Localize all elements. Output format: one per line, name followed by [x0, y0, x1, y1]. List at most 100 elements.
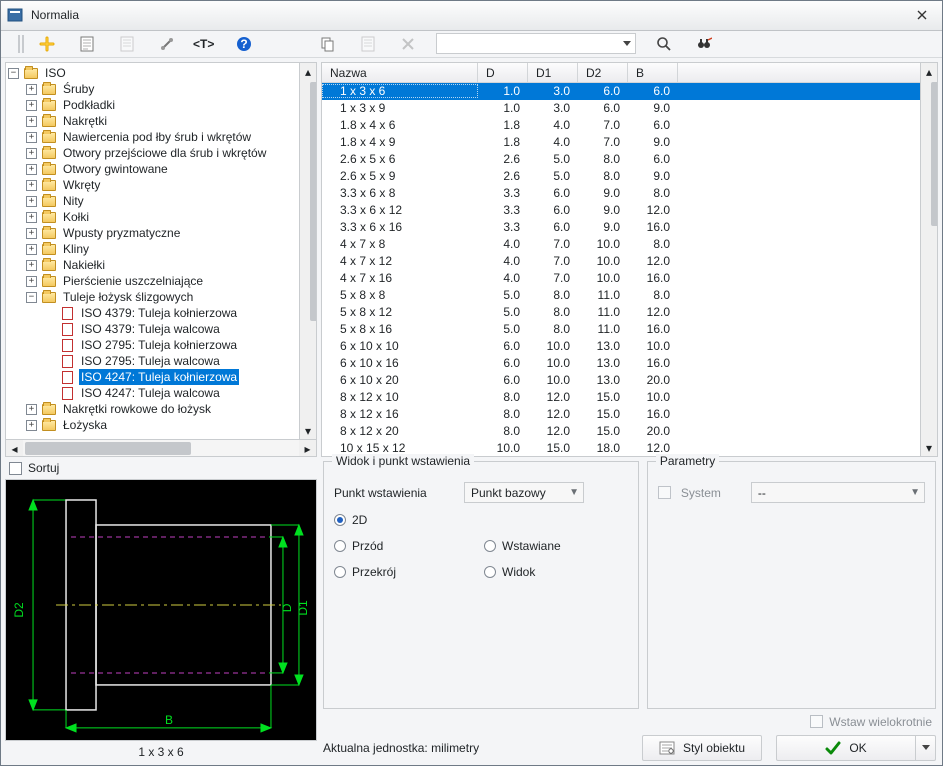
system-checkbox[interactable]	[658, 486, 671, 499]
ok-button[interactable]: OK	[776, 735, 916, 761]
ok-split-button[interactable]	[916, 735, 936, 761]
table-row[interactable]: 1 x 3 x 61.03.06.06.0	[322, 83, 920, 100]
table-row[interactable]: 2.6 x 5 x 92.65.08.09.0	[322, 168, 920, 185]
table-row[interactable]: 8 x 12 x 168.012.015.016.0	[322, 406, 920, 423]
scroll-up-icon[interactable]: ▴	[921, 63, 938, 80]
tree-node-root[interactable]: − ISO	[8, 65, 297, 81]
column-header-b[interactable]: B	[628, 63, 678, 82]
tree-node[interactable]: +Nity	[8, 193, 297, 209]
table-row[interactable]: 6 x 10 x 106.010.013.010.0	[322, 338, 920, 355]
page2-button[interactable]	[115, 32, 139, 56]
table-row[interactable]: 1.8 x 4 x 91.84.07.09.0	[322, 134, 920, 151]
tree-node[interactable]: +Nawiercenia pod łby śrub i wkrętów	[8, 129, 297, 145]
radio-inserted[interactable]: Wstawiane	[484, 539, 614, 553]
expand-icon[interactable]: +	[26, 180, 37, 191]
expand-icon[interactable]: +	[26, 196, 37, 207]
tree-node[interactable]: +Otwory gwintowane	[8, 161, 297, 177]
table-row[interactable]: 6 x 10 x 166.010.013.016.0	[322, 355, 920, 372]
tree-node[interactable]: +Otwory przejściowe dla śrub i wkrętów	[8, 145, 297, 161]
table-body[interactable]: 1 x 3 x 61.03.06.06.01 x 3 x 91.03.06.09…	[322, 83, 920, 456]
table-row[interactable]: 4 x 7 x 84.07.010.08.0	[322, 236, 920, 253]
tree-node[interactable]: +Łożyska	[8, 417, 297, 433]
tree-node[interactable]: ISO 2795: Tuleja walcowa	[8, 353, 297, 369]
tree-node[interactable]: +Pierścienie uszczelniające	[8, 273, 297, 289]
expand-icon[interactable]: +	[26, 148, 37, 159]
system-dropdown[interactable]: -- ▼	[751, 482, 925, 503]
tools-button[interactable]	[155, 32, 179, 56]
tree-node[interactable]: ISO 4379: Tuleja walcowa	[8, 321, 297, 337]
sort-checkbox[interactable]	[9, 462, 22, 475]
column-header-d[interactable]: D	[478, 63, 528, 82]
search-dropdown[interactable]	[620, 41, 633, 46]
table-row[interactable]: 1 x 3 x 91.03.06.09.0	[322, 100, 920, 117]
table-row[interactable]: 3.3 x 6 x 83.36.09.08.0	[322, 185, 920, 202]
expand-icon[interactable]: +	[26, 244, 37, 255]
tree-node[interactable]: +Śruby	[8, 81, 297, 97]
tree-node[interactable]: +Nakrętki rowkowe do łożysk	[8, 401, 297, 417]
preview-canvas[interactable]: D2	[5, 479, 317, 741]
page3-button[interactable]	[356, 32, 380, 56]
table-row[interactable]: 4 x 7 x 164.07.010.016.0	[322, 270, 920, 287]
expand-icon[interactable]: +	[26, 116, 37, 127]
search-input[interactable]	[436, 33, 636, 54]
tree-node[interactable]: +Wpusty pryzmatyczne	[8, 225, 297, 241]
new-button[interactable]	[35, 32, 59, 56]
column-header-d1[interactable]: D1	[528, 63, 578, 82]
object-style-button[interactable]: Styl obiektu	[642, 735, 762, 761]
tree-node[interactable]: ISO 4379: Tuleja kołnierzowa	[8, 305, 297, 321]
tree-node[interactable]: ISO 4247: Tuleja kołnierzowa	[8, 369, 297, 385]
help-button[interactable]: ?	[232, 32, 256, 56]
insert-many-checkbox[interactable]	[810, 715, 823, 728]
table-row[interactable]: 8 x 12 x 108.012.015.010.0	[322, 389, 920, 406]
scroll-up-icon[interactable]: ▴	[300, 63, 317, 80]
radio-front[interactable]: Przód	[334, 539, 464, 553]
scroll-right-icon[interactable]: ▸	[299, 440, 316, 457]
texttag-button[interactable]: <T>	[191, 32, 216, 56]
search-field[interactable]	[439, 36, 620, 52]
tree-node[interactable]: +Wkręty	[8, 177, 297, 193]
table-header[interactable]: Nazwa D D1 D2 B	[322, 63, 920, 83]
table-row[interactable]: 5 x 8 x 85.08.011.08.0	[322, 287, 920, 304]
tree-vscroll[interactable]: ▴ ▾	[299, 63, 316, 439]
table-row[interactable]: 3.3 x 6 x 163.36.09.016.0	[322, 219, 920, 236]
scroll-down-icon[interactable]: ▾	[921, 439, 938, 456]
expand-icon[interactable]: +	[26, 84, 37, 95]
copy-button[interactable]	[316, 32, 340, 56]
expand-icon[interactable]: +	[26, 132, 37, 143]
expand-icon[interactable]: +	[26, 260, 37, 271]
tree-node[interactable]: +Kołki	[8, 209, 297, 225]
collapse-icon[interactable]: −	[8, 68, 19, 79]
page-button[interactable]	[75, 32, 99, 56]
scroll-down-icon[interactable]: ▾	[300, 422, 317, 439]
expand-icon[interactable]: +	[26, 420, 37, 431]
tree[interactable]: − ISO +Śruby+Podkładki+Nakrętki+Nawierce…	[6, 63, 299, 439]
tree-node[interactable]: +Kliny	[8, 241, 297, 257]
expand-icon[interactable]: +	[26, 276, 37, 287]
radio-section[interactable]: Przekrój	[334, 565, 464, 579]
table-row[interactable]: 4 x 7 x 124.07.010.012.0	[322, 253, 920, 270]
expand-icon[interactable]: +	[26, 212, 37, 223]
expand-icon[interactable]: +	[26, 228, 37, 239]
scroll-left-icon[interactable]: ◂	[6, 440, 23, 457]
search-button[interactable]	[652, 32, 676, 56]
tree-hscroll[interactable]: ◂ ▸	[6, 439, 316, 456]
table-row[interactable]: 3.3 x 6 x 123.36.09.012.0	[322, 202, 920, 219]
table-row[interactable]: 6 x 10 x 206.010.013.020.0	[322, 372, 920, 389]
collapse-icon[interactable]: −	[26, 292, 37, 303]
table-row[interactable]: 5 x 8 x 125.08.011.012.0	[322, 304, 920, 321]
close-button[interactable]	[908, 5, 936, 25]
table-row[interactable]: 5 x 8 x 165.08.011.016.0	[322, 321, 920, 338]
table-row[interactable]: 8 x 12 x 208.012.015.020.0	[322, 423, 920, 440]
table-row[interactable]: 2.6 x 5 x 62.65.08.06.0	[322, 151, 920, 168]
tree-node[interactable]: −Tuleje łożysk ślizgowych	[8, 289, 297, 305]
delete-button[interactable]	[396, 32, 420, 56]
find-next-button[interactable]	[692, 32, 716, 56]
tree-node[interactable]: +Nakrętki	[8, 113, 297, 129]
radio-view[interactable]: Widok	[484, 565, 614, 579]
radio-2d[interactable]: 2D	[334, 513, 464, 527]
insertion-point-dropdown[interactable]: Punkt bazowy ▼	[464, 482, 584, 503]
tree-node[interactable]: +Nakiełki	[8, 257, 297, 273]
tree-node[interactable]: ISO 2795: Tuleja kołnierzowa	[8, 337, 297, 353]
expand-icon[interactable]: +	[26, 100, 37, 111]
tree-node[interactable]: ISO 4247: Tuleja walcowa	[8, 385, 297, 401]
